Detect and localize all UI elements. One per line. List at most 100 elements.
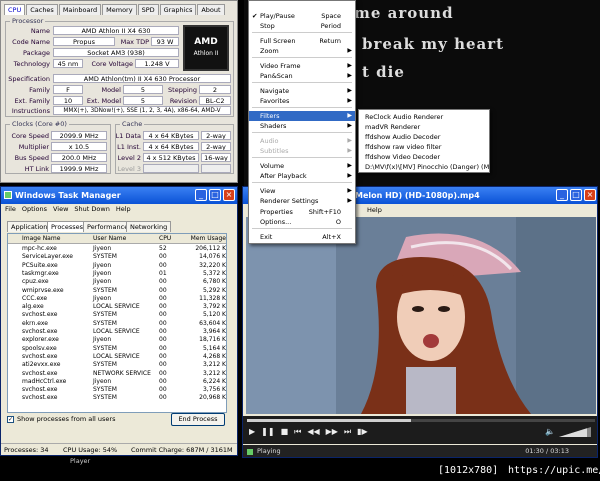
cpuz-tab-mainboard[interactable]: Mainboard — [58, 4, 102, 15]
table-row[interactable]: svchost.exe NETWORK SERVICE 00 3,212 K — [8, 370, 226, 378]
processor-group-label: Processor — [10, 17, 46, 25]
revision-value: BL-C2 — [199, 96, 231, 105]
header-cpu[interactable]: CPU — [159, 234, 171, 244]
table-row[interactable]: PCSuite.exe Jiyeon 00 32,220 K — [8, 261, 226, 270]
table-row[interactable]: ati2evxx.exe SYSTEM 00 3,212 K — [8, 361, 226, 369]
maximize-button[interactable]: □ — [209, 189, 221, 201]
speaker-icon[interactable]: 🔈 — [545, 427, 555, 436]
menu-help[interactable]: Help — [116, 204, 131, 215]
menu-file[interactable]: File — [5, 204, 16, 215]
table-row[interactable]: taskmgr.exe Jiyeon 01 5,372 K — [8, 270, 226, 278]
tab-processes[interactable]: Processes — [47, 221, 88, 232]
header-mem-usage[interactable]: Mem Usage — [178, 234, 226, 244]
cell-cpu: 00 — [159, 311, 167, 319]
table-row[interactable]: CCC.exe Jiyeon 00 11,328 K — [8, 295, 226, 303]
menu-item-filters[interactable]: Filters ▶ — [249, 111, 355, 121]
menu-item-favorites[interactable]: Favorites ▶ — [249, 96, 355, 106]
cell-image-name: svchost.exe — [22, 386, 58, 394]
menu-item-label: Volume — [260, 162, 285, 170]
rewind-button[interactable]: ◀◀ — [307, 427, 319, 437]
table-row[interactable]: svchost.exe SYSTEM 00 5,120 K — [8, 311, 226, 319]
filter-item-label: ReClock Audio Renderer — [365, 113, 444, 121]
menu-view[interactable]: View — [53, 204, 68, 215]
filter-item[interactable]: ffdshow raw video filter — [359, 142, 489, 152]
menu-item-exit[interactable]: Exit Alt+X — [249, 232, 355, 242]
filter-item[interactable]: D:\MV\f(x)\[MV] Pinocchio (Danger) (Melo… — [359, 162, 489, 172]
volume-slider[interactable] — [559, 427, 591, 437]
tab-networking[interactable]: Networking — [126, 221, 172, 232]
menu-item-video-frame[interactable]: Video Frame ▶ — [249, 61, 355, 71]
cell-user-name: Jiyeon — [93, 245, 112, 252]
header-user-name[interactable]: User Name — [93, 234, 126, 244]
table-row[interactable]: svchost.exe SYSTEM 00 3,756 K — [8, 386, 226, 394]
table-row[interactable]: svchost.exe LOCAL SERVICE 00 3,964 K — [8, 328, 226, 336]
end-process-button[interactable]: End Process — [171, 413, 225, 426]
filter-item[interactable]: madVR Renderer — [359, 122, 489, 132]
taskbar-player-label: Player — [70, 457, 91, 465]
filter-item[interactable]: ffdshow Audio Decoder — [359, 132, 489, 142]
menu-item-options[interactable]: Options... O — [249, 217, 355, 227]
menu-item-play-pause[interactable]: ✔ Play/Pause Space — [249, 11, 355, 21]
cell-cpu: 00 — [159, 361, 167, 369]
filter-item[interactable]: ffdshow Video Decoder — [359, 152, 489, 162]
menu-options[interactable]: Options — [22, 204, 47, 215]
menu-item-shaders[interactable]: Shaders ▶ — [249, 121, 355, 131]
table-row[interactable]: madHcCtrl.exe Jiyeon 00 6,224 K — [8, 378, 226, 386]
menu-item-properties[interactable]: Properties Shift+F10 — [249, 207, 355, 217]
table-row[interactable]: spoolsv.exe SYSTEM 00 5,164 K — [8, 345, 226, 353]
menu-item-zoom[interactable]: Zoom ▶ — [249, 46, 355, 56]
player-menu-help[interactable]: Help — [367, 206, 382, 214]
menu-item-volume[interactable]: Volume ▶ — [249, 161, 355, 171]
table-row[interactable]: cpuz.exe Jiyeon 00 6,780 K — [8, 278, 226, 286]
video-frame[interactable] — [246, 217, 596, 414]
menu-item-renderer-settings[interactable]: Renderer Settings ▶ — [249, 196, 355, 206]
menu-shutdown[interactable]: Shut Down — [74, 204, 109, 215]
table-row[interactable]: wmiprvse.exe SYSTEM 00 5,292 K — [8, 286, 226, 295]
table-row[interactable]: mpc-hc.exe Jiyeon 52 206,112 K — [8, 245, 226, 253]
menu-item-full-screen[interactable]: Full Screen Return — [249, 36, 355, 46]
minimize-button[interactable]: _ — [195, 189, 207, 201]
stop-button[interactable]: ■ — [281, 427, 289, 437]
player-status-text: Playing — [257, 447, 281, 455]
seek-bar[interactable] — [247, 419, 595, 422]
tab-performance[interactable]: Performance — [83, 221, 133, 232]
cpuz-tab-memory[interactable]: Memory — [102, 4, 137, 15]
menu-item-pan-scan[interactable]: Pan&Scan ▶ — [249, 71, 355, 81]
close-button[interactable]: × — [223, 189, 235, 201]
player-minimize-button[interactable]: _ — [556, 189, 568, 201]
show-all-checkbox[interactable]: ✓ — [7, 416, 14, 423]
pause-button[interactable]: ❚❚ — [261, 427, 274, 437]
table-row[interactable]: svchost.exe LOCAL SERVICE 00 4,268 K — [8, 353, 226, 361]
submenu-arrow-icon: ▶ — [347, 187, 352, 194]
player-close-button[interactable]: × — [584, 189, 596, 201]
cpuz-tab-about[interactable]: About — [197, 4, 225, 15]
filter-item[interactable]: ReClock Audio Renderer — [359, 112, 489, 122]
forward-button[interactable]: ▶▶ — [326, 427, 338, 437]
play-button[interactable]: ▶ — [249, 427, 255, 437]
menu-item-stop[interactable]: Stop Period — [249, 21, 355, 31]
menu-item-view[interactable]: View ▶ — [249, 186, 355, 196]
table-row[interactable]: ServiceLayer.exe SYSTEM 00 14,076 K — [8, 253, 226, 261]
next-button[interactable]: ⏭ — [344, 427, 351, 437]
submenu-arrow-icon: ▶ — [347, 137, 352, 144]
frame-step-button[interactable]: ▮▶ — [357, 427, 368, 437]
menu-item-navigate[interactable]: Navigate ▶ — [249, 86, 355, 96]
cell-image-name: wmiprvse.exe — [22, 286, 64, 294]
prev-button[interactable]: ⏮ — [294, 427, 301, 437]
menu-item-label: Filters — [260, 112, 280, 120]
table-row[interactable]: explorer.exe Jiyeon 00 18,716 K — [8, 336, 226, 344]
cell-mem-usage: 63,604 K — [199, 319, 226, 327]
cpuz-tab-spd[interactable]: SPD — [137, 4, 159, 15]
table-row[interactable]: ekrn.exe SYSTEM 00 63,604 K — [8, 319, 226, 328]
table-row[interactable]: alg.exe LOCAL SERVICE 00 3,792 K — [8, 303, 226, 311]
menu-item-after-playback[interactable]: After Playback ▶ — [249, 171, 355, 181]
header-image-name[interactable]: Image Name — [22, 234, 60, 244]
cell-cpu: 00 — [159, 386, 167, 394]
cell-cpu: 00 — [159, 261, 167, 269]
cpuz-tab-graphics[interactable]: Graphics — [159, 4, 197, 15]
l2-value: 4 x 512 KBytes — [143, 153, 199, 162]
cpuz-tab-caches[interactable]: Caches — [26, 4, 58, 15]
table-row[interactable]: svchost.exe SYSTEM 00 20,968 K — [8, 394, 226, 402]
player-maximize-button[interactable]: □ — [570, 189, 582, 201]
cpuz-tab-cpu[interactable]: CPU — [4, 4, 26, 15]
